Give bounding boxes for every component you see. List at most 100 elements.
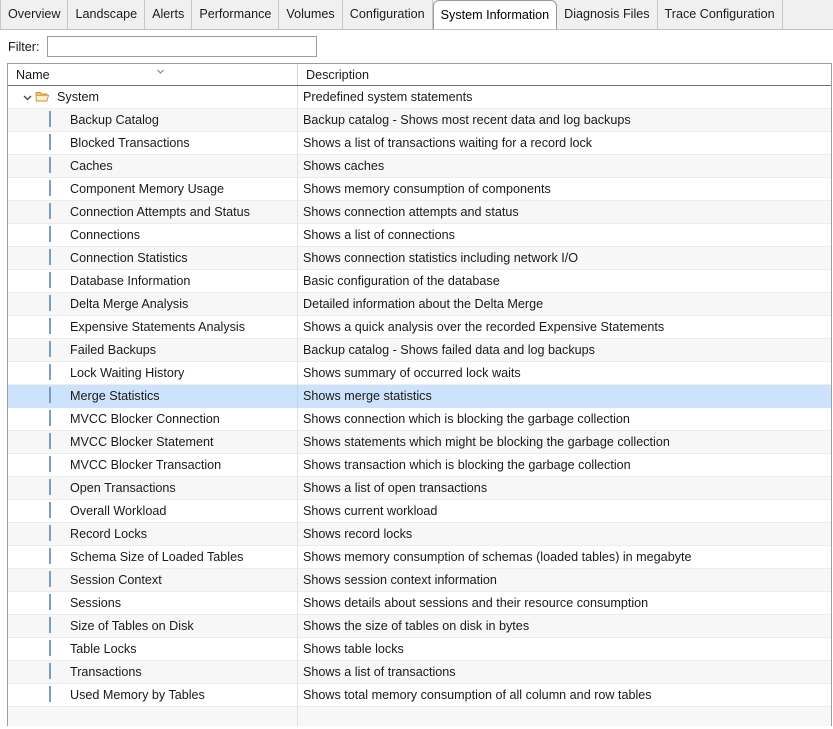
table-row[interactable]: Connections Shows a list of connections — [8, 224, 831, 247]
cell-name: Caches — [8, 155, 298, 177]
cell-name: Connections — [8, 224, 298, 246]
table-header-row: Name Description — [8, 64, 831, 86]
cell-name: Merge Statistics — [8, 385, 298, 407]
table-row[interactable]: Record Locks Shows record locks — [8, 523, 831, 546]
table-row[interactable]: Merge Statistics Shows merge statistics — [8, 385, 831, 408]
table-row[interactable]: Transactions Shows a list of transactions — [8, 661, 831, 684]
table-row[interactable]: Blocked Transactions Shows a list of tran… — [8, 132, 831, 155]
row-name-label: Transactions — [70, 665, 142, 679]
cell-description: Shows a quick analysis over the recorded… — [303, 320, 665, 334]
cell-description: Shows details about sessions and their r… — [303, 596, 649, 610]
column-header-name-label: Name — [16, 67, 50, 82]
table-row[interactable] — [8, 707, 831, 726]
tab-diagnosis-files[interactable]: Diagnosis Files — [557, 0, 658, 29]
table-row[interactable]: Sessions Shows details about sessions and… — [8, 592, 831, 615]
table-row[interactable]: Failed Backups Backup catalog - Shows fai… — [8, 339, 831, 362]
tab-label: Configuration — [349, 7, 425, 22]
filter-input[interactable] — [47, 36, 318, 57]
cell-description: Shows total memory consumption of all co… — [303, 688, 652, 702]
tab-bar: Overview Landscape Alerts Performance Volume… — [0, 0, 833, 30]
tree-group-row[interactable]: System Predefined system statements — [8, 86, 831, 109]
cell-description: Backup catalog - Shows most recent data … — [303, 113, 631, 127]
table-icon — [48, 387, 64, 404]
cell-description: Shows caches — [303, 159, 385, 173]
table-row[interactable]: Caches Shows caches — [8, 155, 831, 178]
table-row[interactable]: MVCC Blocker Statement Shows statements w… — [8, 431, 831, 454]
table-row[interactable]: Database Information Basic configuration … — [8, 270, 831, 293]
table-row[interactable]: Open Transactions Shows a list of open tr… — [8, 477, 831, 500]
cell-description: Shows a list of connections — [303, 228, 455, 242]
table-icon — [48, 410, 64, 427]
table-icon — [48, 525, 64, 542]
row-name-label: Used Memory by Tables — [70, 688, 205, 702]
cell-name: Sessions — [8, 592, 298, 614]
table-row[interactable]: Schema Size of Loaded Tables Shows memory… — [8, 546, 831, 569]
cell-description: Shows connection attempts and status — [303, 205, 519, 219]
table-icon — [48, 180, 64, 197]
row-name-label: Overall Workload — [70, 504, 167, 518]
cell-name: Lock Waiting History — [8, 362, 298, 384]
table-row[interactable]: Backup Catalog Backup catalog - Shows mos… — [8, 109, 831, 132]
chevron-down-icon[interactable] — [19, 89, 35, 105]
table-row[interactable]: Size of Tables on Disk Shows the size of … — [8, 615, 831, 638]
cell-description: Shows connection statistics including ne… — [303, 251, 579, 265]
cell-description: Shows a list of transactions — [303, 665, 456, 679]
table-row[interactable]: MVCC Blocker Connection Shows connection … — [8, 408, 831, 431]
cell-name: Blocked Transactions — [8, 132, 298, 154]
row-name-label: Blocked Transactions — [70, 136, 190, 150]
tab-volumes[interactable]: Volumes — [279, 0, 343, 29]
column-header-description[interactable]: Description — [298, 64, 831, 85]
column-header-name[interactable]: Name — [8, 64, 298, 85]
cell-description: Shows table locks — [303, 642, 404, 656]
table-row[interactable]: Connection Attempts and Status Shows conn… — [8, 201, 831, 224]
tab-alerts[interactable]: Alerts — [145, 0, 193, 29]
table-row[interactable]: Component Memory Usage Shows memory consu… — [8, 178, 831, 201]
row-name-label: Schema Size of Loaded Tables — [70, 550, 244, 564]
row-name-label: MVCC Blocker Statement — [70, 435, 214, 449]
cell-name: MVCC Blocker Transaction — [8, 454, 298, 476]
row-name-label: Expensive Statements Analysis — [70, 320, 246, 334]
row-name-label: Sessions — [70, 596, 122, 610]
cell-name: Open Transactions — [8, 477, 298, 499]
cell-description: Shows a list of open transactions — [303, 481, 488, 495]
tab-system-information[interactable]: System Information — [432, 0, 558, 29]
table-icon — [48, 341, 64, 358]
row-name-label: Size of Tables on Disk — [70, 619, 194, 633]
table-row[interactable]: Connection Statistics Shows connection st… — [8, 247, 831, 270]
cell-name: Connection Attempts and Status — [8, 201, 298, 223]
table-row[interactable]: Session Context Shows session context inf… — [8, 569, 831, 592]
tab-label: Overview — [8, 7, 61, 22]
table-row[interactable]: Overall Workload Shows current workload — [8, 500, 831, 523]
table-icon — [48, 502, 64, 519]
table-row[interactable]: Used Memory by Tables Shows total memory … — [8, 684, 831, 707]
table-row[interactable]: Delta Merge Analysis Detailed information… — [8, 293, 831, 316]
row-name-label: MVCC Blocker Transaction — [70, 458, 222, 472]
tab-landscape[interactable]: Landscape — [68, 0, 146, 29]
tab-trace-configuration[interactable]: Trace Configuration — [657, 0, 783, 29]
table-row[interactable]: Expensive Statements Analysis Shows a qui… — [8, 316, 831, 339]
cell-description: Shows current workload — [303, 504, 438, 518]
cell-name: Failed Backups — [8, 339, 298, 361]
cell-name: Schema Size of Loaded Tables — [8, 546, 298, 568]
row-name-label: Failed Backups — [70, 343, 157, 357]
table-icon — [48, 594, 64, 611]
table-row[interactable]: MVCC Blocker Transaction Shows transactio… — [8, 454, 831, 477]
row-name-label: Session Context — [70, 573, 162, 587]
tab-configuration[interactable]: Configuration — [342, 0, 433, 29]
row-name-label: Connection Attempts and Status — [70, 205, 250, 219]
tab-label: Performance — [199, 7, 272, 22]
tab-overview[interactable]: Overview — [0, 0, 69, 29]
table-row[interactable]: Table Locks Shows table locks — [8, 638, 831, 661]
cell-description: Basic configuration of the database — [303, 274, 500, 288]
cell-description: Shows transaction which is blocking the … — [303, 458, 631, 472]
tab-performance[interactable]: Performance — [192, 0, 280, 29]
cell-name: Used Memory by Tables — [8, 684, 298, 706]
cell-name: Overall Workload — [8, 500, 298, 522]
filter-bar: Filter: — [0, 30, 833, 63]
sort-chevron-down-icon — [154, 65, 167, 78]
cell-name: Size of Tables on Disk — [8, 615, 298, 637]
cell-description: Shows memory consumption of schemas (loa… — [303, 550, 692, 564]
row-name-label: MVCC Blocker Connection — [70, 412, 220, 426]
row-name-label: Connection Statistics — [70, 251, 188, 265]
table-row[interactable]: Lock Waiting History Shows summary of occ… — [8, 362, 831, 385]
